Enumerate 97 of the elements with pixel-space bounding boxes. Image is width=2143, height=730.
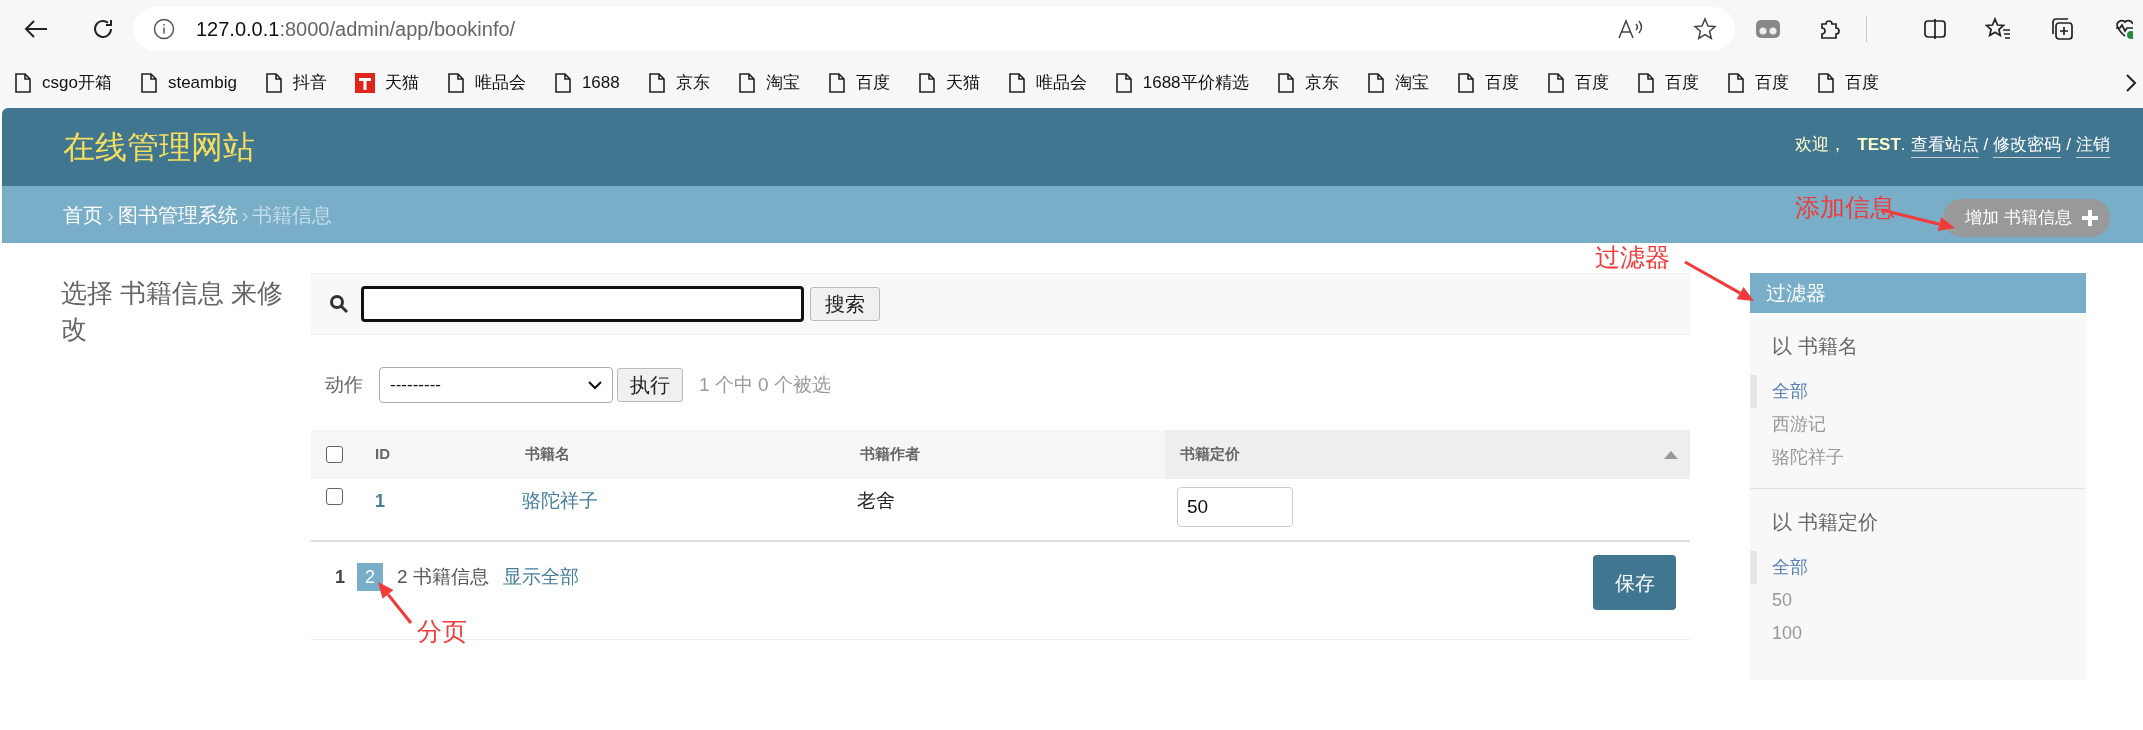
search-button[interactable]: 搜索 [810,287,880,321]
url-text: 127.0.0.1:8000/admin/app/bookinfo/ [196,17,516,42]
filter-group-title: 以 书籍定价 [1771,510,1879,535]
search-field[interactable] [361,286,804,322]
bookmark-link[interactable]: 唯品会 [1035,70,1087,96]
column-header[interactable]: ID [360,430,510,479]
bookmark-link[interactable]: 百度 [1844,70,1879,96]
page-icon [1816,72,1835,94]
price-field[interactable]: 50 [1177,487,1293,527]
chevron-right-icon[interactable] [2125,73,2137,93]
header-link[interactable]: 查看站点 [1910,131,1979,159]
page-icon [1546,72,1565,94]
bookmark-link[interactable]: 1688平价精选 [1142,70,1249,96]
page-icon [446,72,465,94]
table-cell: 老舍 [857,490,895,511]
header-link[interactable]: 注销 [2076,131,2110,159]
breadcrumb-separator: › [107,202,114,228]
selection-counter: 1 个中 0 个被选 [699,372,831,397]
search-icon [329,294,349,314]
bookmark-link[interactable]: csgo开箱 [42,70,112,96]
page-icon [1636,72,1655,94]
extension-icon[interactable] [1755,18,1781,40]
tmall-icon [354,73,375,93]
page-icon [647,72,666,94]
favorites-icon[interactable] [1985,17,2011,41]
page-title: 选择 书籍信息 来修改 [61,277,285,346]
header-link[interactable]: 修改密码 [1993,131,2062,159]
page-icon [1276,72,1295,94]
breadcrumb-current: 书籍信息 [252,202,333,228]
page-icon [264,72,283,94]
address-bar[interactable]: 127.0.0.1:8000/admin/app/bookinfo/ [133,7,1735,51]
save-button[interactable]: 保存 [1593,555,1676,610]
page-icon [1007,72,1026,94]
bookmark-link[interactable]: steambig [167,70,237,96]
annotation-text: 过滤器 [1595,242,1670,273]
breadcrumb-separator: › [241,202,249,228]
separator-text: / [2066,134,2071,157]
period-text: . [1900,134,1906,157]
bookmark-link[interactable]: 抖音 [292,70,327,96]
book-name-link[interactable]: 骆陀祥子 [522,490,598,511]
back-icon[interactable] [23,18,49,40]
bookmark-link[interactable]: 百度 [855,70,890,96]
read-aloud-icon[interactable] [1617,18,1645,40]
page-icon [139,72,158,94]
page-icon [1366,72,1385,94]
bookmark-link[interactable]: 淘宝 [765,70,800,96]
page-icon [1114,72,1133,94]
greeting-text: 欢迎， [1795,134,1847,157]
id-link[interactable]: 1 [375,491,385,511]
bookmark-link[interactable]: 百度 [1484,70,1519,96]
page-icon [1456,72,1475,94]
page-icon [14,72,32,94]
dropdown-caret-icon [588,380,602,390]
separator-text: / [1983,134,1989,157]
filter-group-title: 以 书籍名 [1771,334,1859,359]
bookmark-link[interactable]: 1688 [581,70,620,96]
show-all-link[interactable]: 显示全部 [502,563,579,592]
split-screen-icon[interactable] [1923,17,1947,41]
puzzle-icon[interactable] [1818,17,1842,41]
annotation-text: 分页 [417,616,467,647]
action-select[interactable]: --------- [379,367,613,403]
filter-option[interactable]: 全部 [1750,551,2086,584]
plus-icon [2082,209,2098,226]
select-all-checkbox[interactable] [326,446,343,463]
page-icon [1726,72,1745,94]
annotation-arrow [1684,260,1754,301]
actions-label: 动作 [325,372,363,397]
reload-icon[interactable] [91,17,115,41]
page-icon [553,72,572,94]
column-header[interactable]: 书籍定价 [1165,430,1690,479]
bookmark-link[interactable]: 百度 [1754,70,1789,96]
bookmark-link[interactable]: 淘宝 [1394,70,1429,96]
bookmark-link[interactable]: 天猫 [945,70,980,96]
filter-title: 过滤器 [1750,273,2086,313]
column-header[interactable]: 书籍名 [510,430,845,479]
bookmark-link[interactable]: 百度 [1664,70,1699,96]
bookmark-link[interactable]: 京东 [675,70,710,96]
user-name: TEST [1857,134,1901,157]
info-icon[interactable] [153,18,175,40]
page-icon [827,72,846,94]
current-page: 1 [335,565,345,589]
page-icon [917,72,936,94]
result-count: 2 书籍信息 [397,565,489,589]
annotation-arrow [378,582,413,624]
page-icon [737,72,756,94]
collections-icon[interactable] [2049,16,2075,42]
site-title[interactable]: 在线管理网站 [63,123,255,171]
bookmark-link[interactable]: 京东 [1304,70,1339,96]
filter-option[interactable]: 全部 [1750,375,2086,408]
run-action-button[interactable]: 执行 [617,368,683,402]
row-checkbox[interactable] [326,488,343,505]
star-icon[interactable] [1693,17,1717,41]
annotation-text: 添加信息 [1795,192,1895,223]
bookmark-link[interactable]: 天猫 [384,70,419,96]
bookmark-link[interactable]: 百度 [1574,70,1609,96]
bookmark-link[interactable]: 唯品会 [474,70,526,96]
column-header[interactable]: 书籍作者 [845,430,1165,479]
